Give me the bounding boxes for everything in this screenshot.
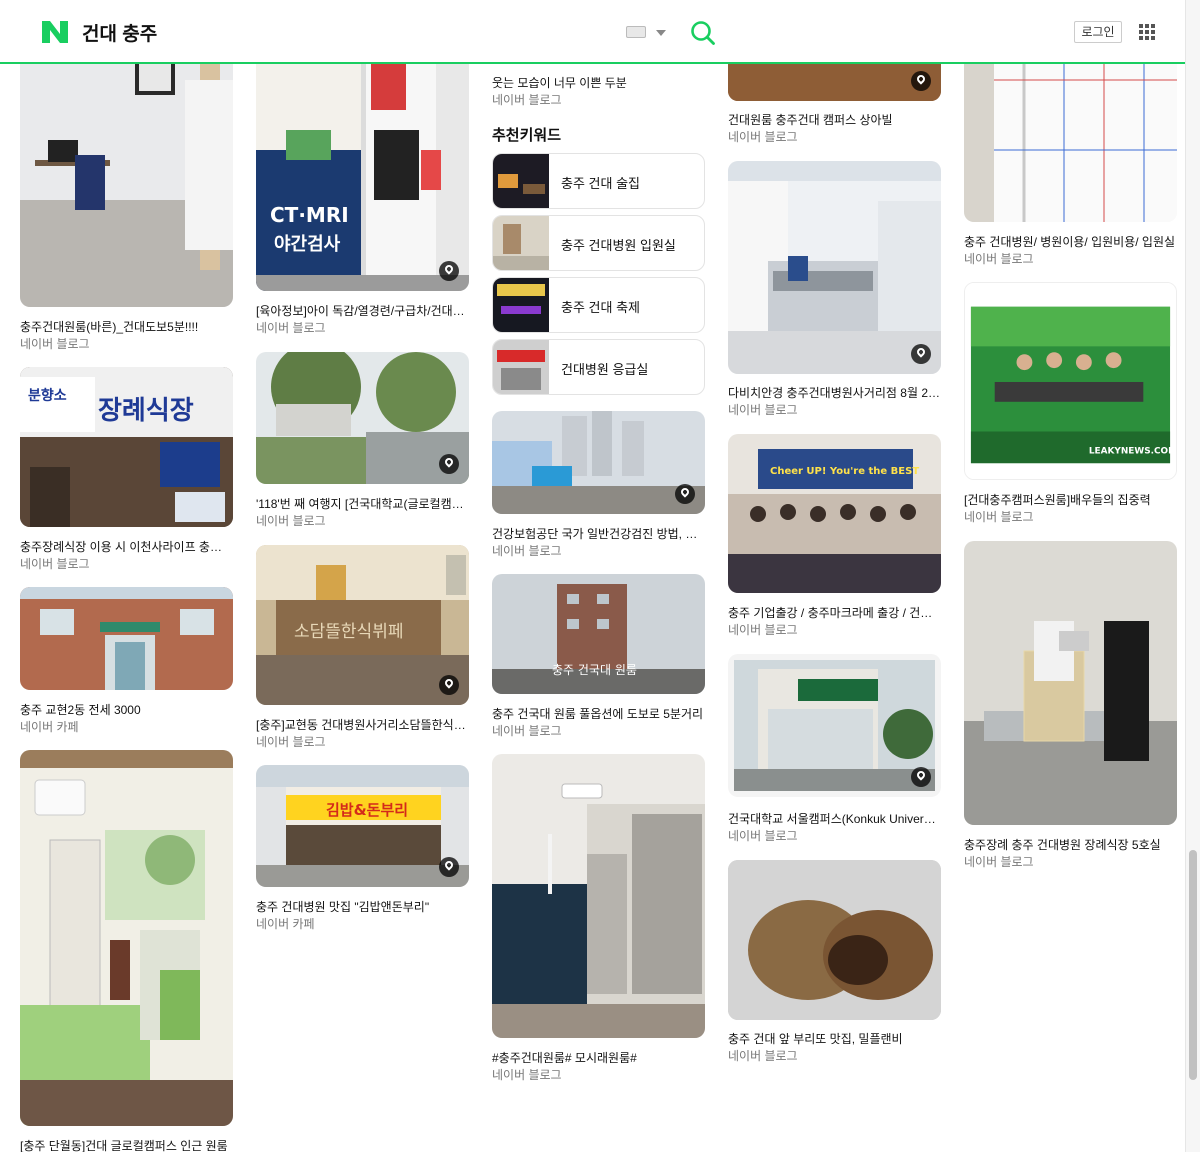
result-source[interactable]: 네이버 카페 (256, 915, 469, 932)
recommend-item[interactable]: 충주 건대병원 입원실 (492, 215, 705, 271)
result-title[interactable]: #충주건대원룸# 모시래원룸# (492, 1049, 705, 1066)
result-title[interactable]: 건대원룸 충주건대 캠퍼스 상아빌 (728, 111, 941, 128)
scrollbar-thumb[interactable] (1189, 850, 1197, 1080)
location-pin-icon[interactable] (439, 454, 459, 474)
ct-night-text: 야간검사 (274, 234, 341, 255)
naver-logo-icon[interactable] (42, 21, 68, 43)
result-thumbnail[interactable] (964, 541, 1177, 825)
location-pin-icon[interactable] (911, 71, 931, 91)
result-title[interactable]: 충주 건대 앞 부리또 맛집, 밀플랜비 (728, 1030, 941, 1047)
result-source[interactable]: 네이버 블로그 (728, 621, 941, 638)
result-thumbnail[interactable]: Cheer UP! You're the BEST (728, 434, 941, 593)
recommend-item[interactable]: 건대병원 응급실 (492, 339, 705, 395)
result-title[interactable]: 충주장례식장 이용 시 이천사라이프 충주건대병원 장례식장 (20, 538, 233, 555)
location-pin-icon[interactable] (439, 857, 459, 877)
result-thumbnail[interactable] (492, 754, 705, 1038)
location-pin-icon[interactable] (439, 261, 459, 281)
location-pin-icon[interactable] (911, 767, 931, 787)
ct-mri-text: CT·MRI (270, 203, 349, 227)
result-source[interactable]: 네이버 블로그 (256, 733, 469, 750)
result-title[interactable]: [충주 단월동]건대 글로컬캠퍼스 인근 원룸 (20, 1137, 233, 1152)
apps-grid-icon[interactable] (1139, 24, 1155, 40)
funeral-main-sign: 장례식장 (98, 396, 194, 426)
chevron-down-icon[interactable] (656, 30, 666, 36)
leaky-watermark: LEAKYNEWS.COM (1089, 446, 1176, 456)
kimbap-sign: 김밥&돈부리 (326, 801, 408, 819)
recommend-item[interactable]: 충주 건대 술집 (492, 153, 705, 209)
result-title[interactable]: 충주장례 충주 건대병원 장례식장 5호실 (964, 836, 1177, 853)
result-source[interactable]: 네이버 블로그 (20, 555, 233, 572)
result-title[interactable]: 충주 건국대 원룸 풀옵션에 도보로 5분거리 (492, 705, 705, 722)
search-query[interactable]: 건대 충주 (82, 19, 157, 46)
result-thumbnail[interactable]: 소담뜰한식뷔페 (256, 545, 469, 705)
location-pin-icon[interactable] (911, 344, 931, 364)
recommend-label: 충주 건대 술집 (561, 176, 640, 191)
result-thumbnail[interactable] (728, 654, 941, 797)
result-source[interactable]: 네이버 블로그 (492, 542, 705, 559)
result-thumbnail[interactable] (728, 161, 941, 374)
result-title[interactable]: 충주 교현2동 전세 3000 (20, 701, 233, 718)
buffet-sign: 소담뜰한식뷔페 (294, 622, 403, 642)
recommend-thumbnail (493, 340, 549, 394)
result-source[interactable]: 네이버 블로그 (728, 401, 941, 418)
result-source[interactable]: 네이버 블로그 (256, 512, 469, 529)
result-source[interactable]: 네이버 블로그 (256, 319, 469, 336)
recommend-label: 건대병원 응급실 (561, 362, 649, 377)
login-button[interactable]: 로그인 (1074, 21, 1122, 43)
result-title[interactable]: 충주 건대병원 맛집 "김밥앤돈부리" (256, 898, 469, 915)
recommend-thumbnail (493, 278, 549, 332)
location-pin-icon[interactable] (439, 675, 459, 695)
result-thumbnail[interactable] (728, 860, 941, 1020)
result-thumbnail[interactable]: 분향소 장례식장 (20, 367, 233, 527)
search-icon[interactable] (690, 20, 716, 46)
result-source[interactable]: 네이버 블로그 (492, 1066, 705, 1083)
result-thumbnail[interactable] (492, 411, 705, 514)
result-thumbnail[interactable]: 김밥&돈부리 (256, 765, 469, 887)
result-title[interactable]: 다비치안경 충주건대병원사거리점 8월 29일 (728, 384, 941, 401)
recommend-label: 충주 건대 축제 (561, 300, 640, 315)
result-title[interactable]: 웃는 모습이 너무 이쁜 두분 (492, 74, 705, 91)
result-title[interactable]: 건국대학교 서울캠퍼스(Konkuk University) (728, 810, 941, 827)
recommend-title: 추천키워드 (492, 127, 562, 144)
cheer-banner: Cheer UP! You're the BEST (770, 466, 919, 477)
result-thumbnail[interactable] (20, 750, 233, 1126)
result-source[interactable]: 네이버 블로그 (964, 853, 1177, 870)
recommend-thumbnail (493, 216, 549, 270)
result-title[interactable]: 건강보험공단 국가 일반건강검진 방법, 비용 (492, 525, 705, 542)
funeral-small-sign: 분향소 (28, 387, 67, 404)
result-title[interactable]: 충주 기업출강 / 충주마크라메 출강 / 건대병원 (728, 604, 941, 621)
result-thumbnail[interactable] (20, 587, 233, 690)
recommend-item[interactable]: 충주 건대 축제 (492, 277, 705, 333)
result-source[interactable]: 네이버 블로그 (728, 827, 941, 844)
recommend-thumbnail (493, 154, 549, 208)
page-scrollbar[interactable] (1185, 0, 1200, 1152)
result-title[interactable]: '118'번 째 여행지 [건국대학교(글로컬캠퍼스)] (256, 495, 469, 512)
result-title[interactable]: 충주 건대병원/ 병원이용/ 입원비용/ 입원실 (964, 233, 1177, 250)
result-source[interactable]: 네이버 카페 (20, 718, 233, 735)
result-title[interactable]: [육아정보]아이 독감/열경련/구급차/건대병원 (256, 302, 469, 319)
result-source[interactable]: 네이버 블로그 (964, 250, 1177, 267)
result-thumbnail[interactable] (256, 352, 469, 484)
result-source[interactable]: 네이버 블로그 (728, 128, 941, 145)
result-source[interactable]: 네이버 블로그 (492, 722, 705, 739)
result-title[interactable]: [충주]교현동 건대병원사거리소담뜰한식뷔페 (256, 716, 469, 733)
result-source[interactable]: 네이버 블로그 (492, 91, 705, 108)
result-source[interactable]: 네이버 블로그 (728, 1047, 941, 1064)
keyboard-icon[interactable] (626, 26, 646, 38)
recommend-label: 충주 건대병원 입원실 (561, 238, 676, 253)
result-title[interactable]: 충주건대원룸(바른)_건대도보5분!!!! (20, 318, 233, 335)
result-title[interactable]: [건대충주캠퍼스원룸]배우들의 집중력 (964, 491, 1177, 508)
result-source[interactable]: 네이버 블로그 (20, 335, 233, 352)
oneroom-caption: 충주 건국대 원룸 (552, 663, 637, 677)
result-thumbnail[interactable]: 충주 건국대 원룸 (492, 574, 705, 694)
location-pin-icon[interactable] (675, 484, 695, 504)
result-thumbnail[interactable]: LEAKYNEWS.COM (964, 282, 1177, 480)
result-source[interactable]: 네이버 블로그 (964, 508, 1177, 525)
search-header: 건대 충주 로그인 (0, 0, 1185, 64)
